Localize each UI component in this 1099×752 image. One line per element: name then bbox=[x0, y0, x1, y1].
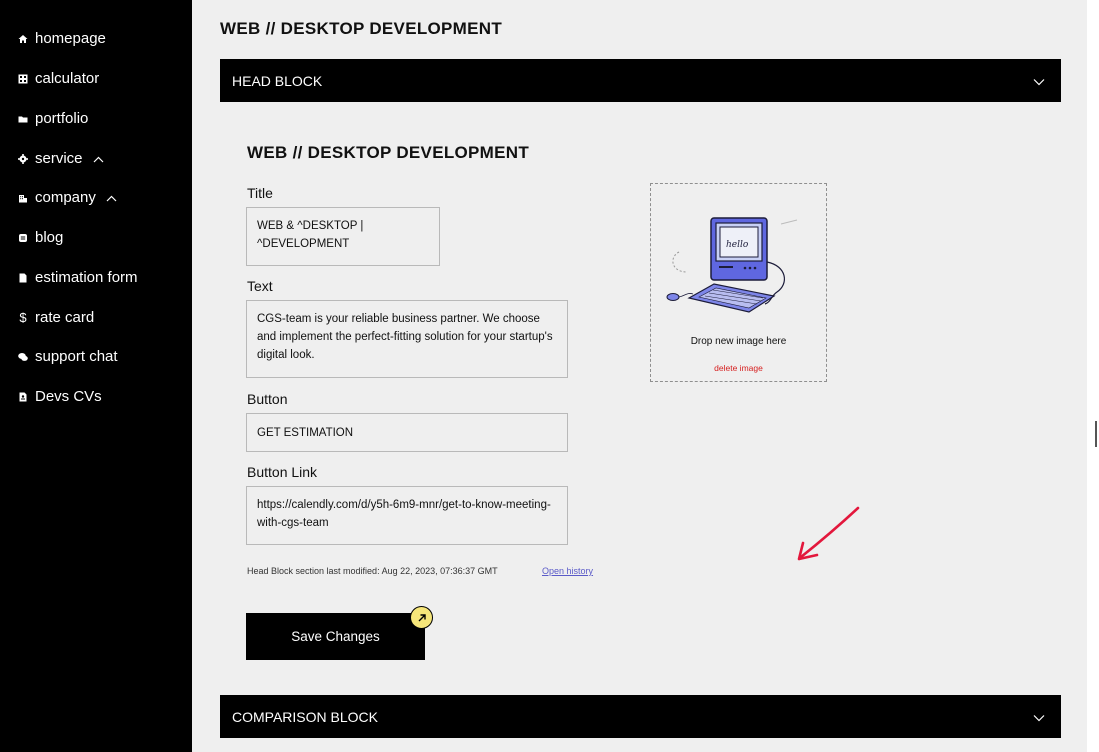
save-changes-button[interactable]: Save Changes bbox=[246, 613, 425, 660]
sidebar-item-company[interactable]: company bbox=[18, 189, 117, 206]
sidebar-item-label: rate card bbox=[35, 309, 95, 326]
sidebar-item-label: support chat bbox=[35, 348, 118, 365]
sidebar-item-label: Devs CVs bbox=[35, 388, 102, 405]
drop-image-text: Drop new image here bbox=[690, 336, 787, 347]
comparison-block-accordion[interactable]: COMPARISON BLOCK bbox=[220, 695, 1061, 738]
folder-icon bbox=[18, 114, 28, 124]
chevron-up-icon[interactable] bbox=[106, 189, 117, 206]
title-field[interactable]: WEB & ^DESKTOP | ^DEVELOPMENT bbox=[246, 207, 440, 266]
head-block-accordion[interactable]: HEAD BLOCK bbox=[220, 59, 1061, 102]
chevron-up-icon[interactable] bbox=[93, 150, 104, 167]
section-title: WEB // DESKTOP DEVELOPMENT bbox=[247, 143, 530, 162]
sidebar-item-label: estimation form bbox=[35, 269, 138, 286]
retro-computer-illustration: hello bbox=[666, 217, 798, 313]
screen-text: hello bbox=[726, 240, 749, 250]
sidebar-item-label: blog bbox=[35, 229, 64, 246]
button-link-field[interactable]: https://calendly.com/d/y5h-6m9-mnr/get-t… bbox=[246, 486, 568, 545]
annotation-arrow-icon bbox=[797, 506, 860, 561]
sidebar-item-homepage[interactable]: homepage bbox=[18, 30, 106, 47]
scrollbar-track[interactable] bbox=[1087, 0, 1099, 752]
sidebar-item-label: homepage bbox=[35, 30, 106, 47]
text-field[interactable]: CGS-team is your reliable business partn… bbox=[246, 300, 568, 378]
sidebar-item-support-chat[interactable]: support chat bbox=[18, 348, 118, 365]
delete-image-link[interactable]: delete image bbox=[651, 363, 826, 373]
last-modified-text: Head Block section last modified: Aug 22… bbox=[247, 566, 498, 576]
sidebar-item-blog[interactable]: blog bbox=[18, 229, 63, 246]
sidebar-item-estimation-form[interactable]: estimation form bbox=[18, 269, 138, 286]
sidebar-item-label: company bbox=[35, 189, 96, 206]
sidebar-item-label: portfolio bbox=[35, 110, 89, 127]
chevron-down-icon bbox=[1033, 73, 1045, 89]
image-dropzone[interactable]: hello Drop new image here delete image bbox=[650, 183, 827, 382]
sidebar-item-calculator[interactable]: calculator bbox=[18, 70, 99, 87]
page-title: WEB // DESKTOP DEVELOPMENT bbox=[220, 19, 503, 38]
home-icon bbox=[18, 34, 28, 44]
blog-icon bbox=[18, 233, 28, 243]
accordion-label: COMPARISON BLOCK bbox=[232, 708, 378, 725]
sidebar-item-devs-cvs[interactable]: Devs CVs bbox=[18, 388, 102, 405]
button-link-label: Button Link bbox=[247, 464, 318, 480]
chevron-down-icon bbox=[1033, 709, 1045, 725]
text-label: Text bbox=[247, 278, 273, 294]
accordion-label: HEAD BLOCK bbox=[232, 72, 323, 89]
sidebar-item-service[interactable]: service bbox=[18, 150, 104, 167]
sidebar-item-portfolio[interactable]: portfolio bbox=[18, 110, 88, 127]
open-history-link[interactable]: Open history bbox=[542, 566, 593, 576]
sidebar-item-label: service bbox=[35, 150, 83, 167]
calculator-icon bbox=[18, 74, 28, 84]
button-label: Button bbox=[247, 391, 288, 407]
chat-icon bbox=[18, 352, 28, 362]
sidebar-item-label: calculator bbox=[35, 70, 100, 87]
scrollbar-thumb[interactable] bbox=[1095, 421, 1097, 447]
building-icon bbox=[18, 193, 28, 203]
gear-icon bbox=[18, 153, 28, 164]
cv-icon bbox=[18, 392, 28, 402]
document-icon bbox=[18, 273, 28, 283]
button-text-field[interactable]: GET ESTIMATION bbox=[246, 413, 568, 452]
sidebar-item-rate-card[interactable]: $ rate card bbox=[18, 309, 94, 326]
main-content: WEB // DESKTOP DEVELOPMENT HEAD BLOCK WE… bbox=[192, 0, 1087, 752]
title-label: Title bbox=[247, 185, 273, 201]
dollar-icon: $ bbox=[19, 310, 27, 325]
save-button-label: Save Changes bbox=[291, 629, 380, 644]
arrow-up-right-icon bbox=[410, 606, 433, 629]
sidebar: homepage calculator portfolio service co… bbox=[0, 0, 192, 752]
